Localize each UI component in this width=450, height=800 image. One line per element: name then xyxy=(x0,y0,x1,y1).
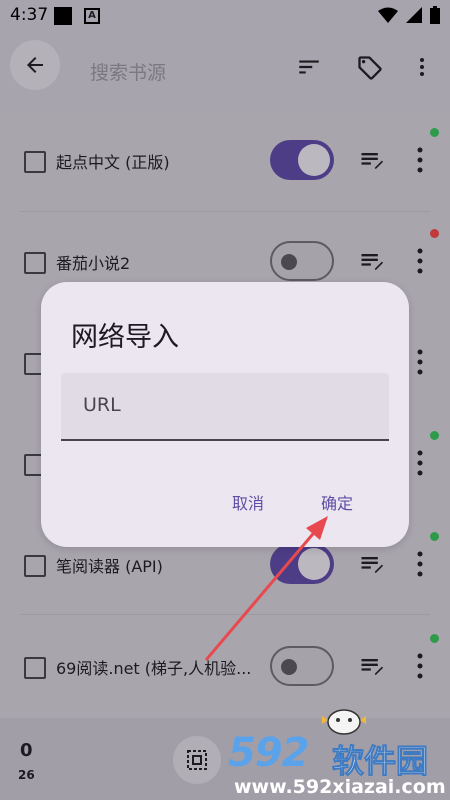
enable-toggle[interactable] xyxy=(270,646,334,686)
watermark: 592 软件园 www.592xiazai.com xyxy=(226,726,450,800)
network-import-dialog: 网络导入 取消 确定 xyxy=(41,282,409,547)
item-more-icon[interactable] xyxy=(412,548,428,580)
status-dot xyxy=(430,634,439,643)
cancel-button[interactable]: 取消 xyxy=(232,490,264,514)
enable-toggle[interactable] xyxy=(270,140,334,180)
item-more-icon[interactable] xyxy=(412,447,428,479)
selected-count: 0 xyxy=(20,740,33,761)
select-checkbox[interactable] xyxy=(24,252,46,274)
divider xyxy=(20,614,430,615)
select-checkbox[interactable] xyxy=(24,657,46,679)
back-icon xyxy=(27,57,43,73)
top-toolbar: 搜索书源 xyxy=(0,30,450,112)
edit-icon[interactable] xyxy=(358,146,386,174)
url-input[interactable] xyxy=(81,393,375,417)
back-button[interactable] xyxy=(10,40,60,90)
status-dot xyxy=(430,532,439,541)
status-dot xyxy=(430,229,439,238)
edit-icon[interactable] xyxy=(358,550,386,578)
select-all-button[interactable] xyxy=(173,736,221,784)
edit-icon[interactable] xyxy=(358,247,386,275)
divider xyxy=(20,211,430,212)
status-dot xyxy=(430,128,439,137)
item-more-icon[interactable] xyxy=(412,245,428,277)
status-bar: 4:37 A xyxy=(0,0,450,30)
dialog-title: 网络导入 xyxy=(71,322,179,353)
item-more-icon[interactable] xyxy=(412,650,428,682)
list-item[interactable]: 起点中文 (正版) xyxy=(0,118,450,202)
source-name: 69阅读.net (梯子,人机验... xyxy=(56,659,252,678)
source-name: 起点中文 (正版) xyxy=(56,153,170,172)
edit-icon[interactable] xyxy=(358,652,386,680)
status-time: 4:37 xyxy=(10,5,49,25)
total-count: 26 xyxy=(18,768,35,782)
a-icon: A xyxy=(84,8,100,24)
tag-icon[interactable] xyxy=(356,54,384,82)
watermark-brand: 592 xyxy=(228,730,309,776)
enable-toggle[interactable] xyxy=(270,241,334,281)
enable-toggle[interactable] xyxy=(270,544,334,584)
select-checkbox[interactable] xyxy=(24,151,46,173)
confirm-button[interactable]: 确定 xyxy=(321,490,353,514)
watermark-url: www.592xiazai.com xyxy=(234,776,446,798)
list-item[interactable]: 69阅读.net (梯子,人机验... xyxy=(0,624,450,708)
status-dot xyxy=(430,431,439,440)
signal-icon xyxy=(406,7,422,23)
select-all-icon xyxy=(187,750,207,770)
more-icon[interactable] xyxy=(410,54,434,80)
search-input[interactable]: 搜索书源 xyxy=(90,58,166,85)
select-checkbox[interactable] xyxy=(24,555,46,577)
item-more-icon[interactable] xyxy=(412,144,428,176)
square-icon xyxy=(54,7,72,25)
sort-icon[interactable] xyxy=(296,54,322,80)
battery-icon xyxy=(430,6,440,24)
source-name: 番茄小说2 xyxy=(56,254,131,273)
item-more-icon[interactable] xyxy=(412,346,428,378)
wifi-icon xyxy=(378,7,398,23)
source-name: 笔阅读器 (API) xyxy=(56,557,163,576)
url-field[interactable] xyxy=(61,373,389,441)
